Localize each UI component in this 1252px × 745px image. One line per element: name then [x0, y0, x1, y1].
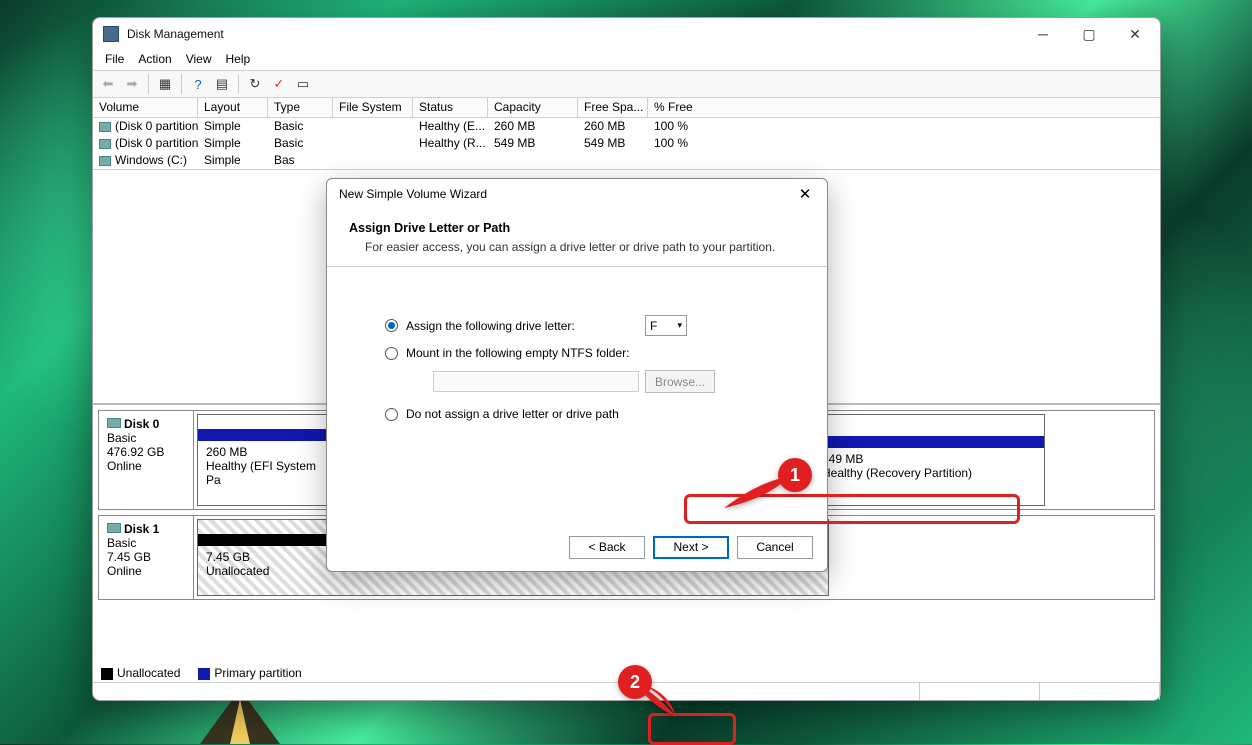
back-button[interactable]: < Back [569, 536, 645, 559]
titlebar: Disk Management ─ ▢ ✕ [93, 18, 1160, 50]
option-no-assign[interactable]: Do not assign a drive letter or drive pa… [385, 407, 797, 421]
back-icon[interactable]: ⬅ [97, 73, 119, 95]
annotation-2-label: 2 [630, 672, 640, 693]
legend: Unallocated Primary partition [101, 666, 302, 680]
menu-help[interactable]: Help [220, 50, 257, 70]
col-capacity[interactable]: Capacity [488, 98, 578, 117]
table-row[interactable]: (Disk 0 partition 4)SimpleBasicHealthy (… [93, 135, 1160, 152]
col-layout[interactable]: Layout [198, 98, 268, 117]
chevron-down-icon: ▾ [677, 320, 682, 331]
radio-mount-icon[interactable] [385, 347, 398, 360]
browse-button: Browse... [645, 370, 715, 393]
drive-letter-select[interactable]: F ▾ [645, 315, 687, 336]
col-fs[interactable]: File System [333, 98, 413, 117]
next-button[interactable]: Next > [653, 536, 729, 559]
maximize-button[interactable]: ▢ [1066, 19, 1112, 49]
radio-none-icon[interactable] [385, 408, 398, 421]
wizard-footer: < Back Next > Cancel [327, 523, 827, 571]
volume-list-header: Volume Layout Type File System Status Ca… [93, 98, 1160, 118]
table-row[interactable]: (Disk 0 partition 1)SimpleBasicHealthy (… [93, 118, 1160, 135]
radio-assign-icon[interactable] [385, 319, 398, 332]
option-none-label: Do not assign a drive letter or drive pa… [406, 407, 619, 421]
menu-file[interactable]: File [99, 50, 130, 70]
cancel-button[interactable]: Cancel [737, 536, 813, 559]
toolbar-btn[interactable]: ▦ [154, 73, 176, 95]
option-assign-letter[interactable]: Assign the following drive letter: F ▾ [385, 315, 797, 336]
col-type[interactable]: Type [268, 98, 333, 117]
annotation-1: 1 [718, 458, 808, 523]
annotation-2: 2 [618, 665, 698, 728]
option-assign-label: Assign the following drive letter: [406, 319, 575, 333]
toolbar-btn[interactable]: ▭ [292, 73, 314, 95]
toolbar-btn[interactable]: ▤ [211, 73, 233, 95]
mount-path-input [433, 371, 639, 392]
col-status[interactable]: Status [413, 98, 488, 117]
wizard-header: Assign Drive Letter or Path For easier a… [327, 209, 827, 267]
partition[interactable]: 260 MBHealthy (EFI System Pa [197, 414, 327, 506]
help-icon[interactable]: ? [187, 73, 209, 95]
close-button[interactable]: ✕ [1112, 19, 1158, 49]
wizard-heading: Assign Drive Letter or Path [349, 221, 510, 235]
wizard-subheading: For easier access, you can assign a driv… [365, 240, 805, 254]
table-row[interactable]: Windows (C:)SimpleBas [93, 152, 1160, 169]
minimize-button[interactable]: ─ [1020, 19, 1066, 49]
option-mount-label: Mount in the following empty NTFS folder… [406, 346, 629, 360]
legend-primary: Primary partition [214, 666, 301, 680]
col-free[interactable]: Free Spa... [578, 98, 648, 117]
legend-unallocated: Unallocated [117, 666, 180, 680]
wizard-close-button[interactable]: ✕ [791, 182, 819, 206]
menu-view[interactable]: View [180, 50, 218, 70]
refresh-icon[interactable]: ↻ [244, 73, 266, 95]
option-mount-folder[interactable]: Mount in the following empty NTFS folder… [385, 346, 797, 360]
wizard-titlebar: New Simple Volume Wizard ✕ [327, 179, 827, 209]
menubar: File Action View Help [93, 50, 1160, 70]
window-title: Disk Management [127, 27, 1020, 41]
toolbar: ⬅ ➡ ▦ ? ▤ ↻ ✓ ▭ [93, 70, 1160, 98]
col-volume[interactable]: Volume [93, 98, 198, 117]
partition[interactable]: 549 MBHealthy (Recovery Partition) [813, 414, 1045, 506]
col-pctfree[interactable]: % Free [648, 98, 718, 117]
forward-icon[interactable]: ➡ [121, 73, 143, 95]
wizard-title: New Simple Volume Wizard [339, 187, 791, 201]
annotation-1-label: 1 [790, 465, 800, 486]
app-icon [103, 26, 119, 42]
volume-list: (Disk 0 partition 1)SimpleBasicHealthy (… [93, 118, 1160, 169]
menu-action[interactable]: Action [132, 50, 177, 70]
toolbar-btn[interactable]: ✓ [268, 73, 290, 95]
